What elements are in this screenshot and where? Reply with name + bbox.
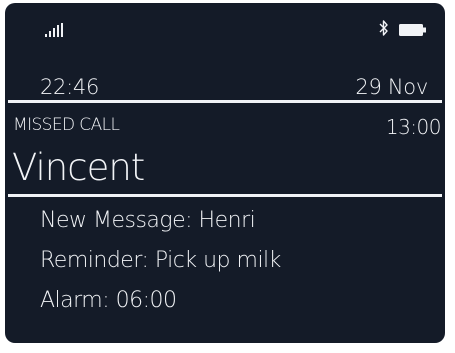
divider [8,194,442,197]
missed-call-label: MISSED CALL [13,115,120,135]
caller-name[interactable]: Vincent [12,146,145,189]
signal-bars-icon [45,23,63,37]
clock-date: 29 Nov [355,75,428,99]
divider [8,100,442,103]
notification-item-alarm[interactable]: Alarm: 06:00 [40,283,281,323]
battery-icon [399,24,426,36]
notification-item-message[interactable]: New Message: Henri [40,203,281,243]
notification-list: New Message: Henri Reminder: Pick up mil… [40,203,281,323]
notification-item-reminder[interactable]: Reminder: Pick up milk [40,243,281,283]
device-screen: 22:46 29 Nov MISSED CALL 13:00 Vincent N… [5,3,445,343]
clock-time: 22:46 [40,75,100,99]
status-bar [5,3,445,43]
missed-call-time: 13:00 [385,115,442,139]
bluetooth-icon [379,20,388,36]
